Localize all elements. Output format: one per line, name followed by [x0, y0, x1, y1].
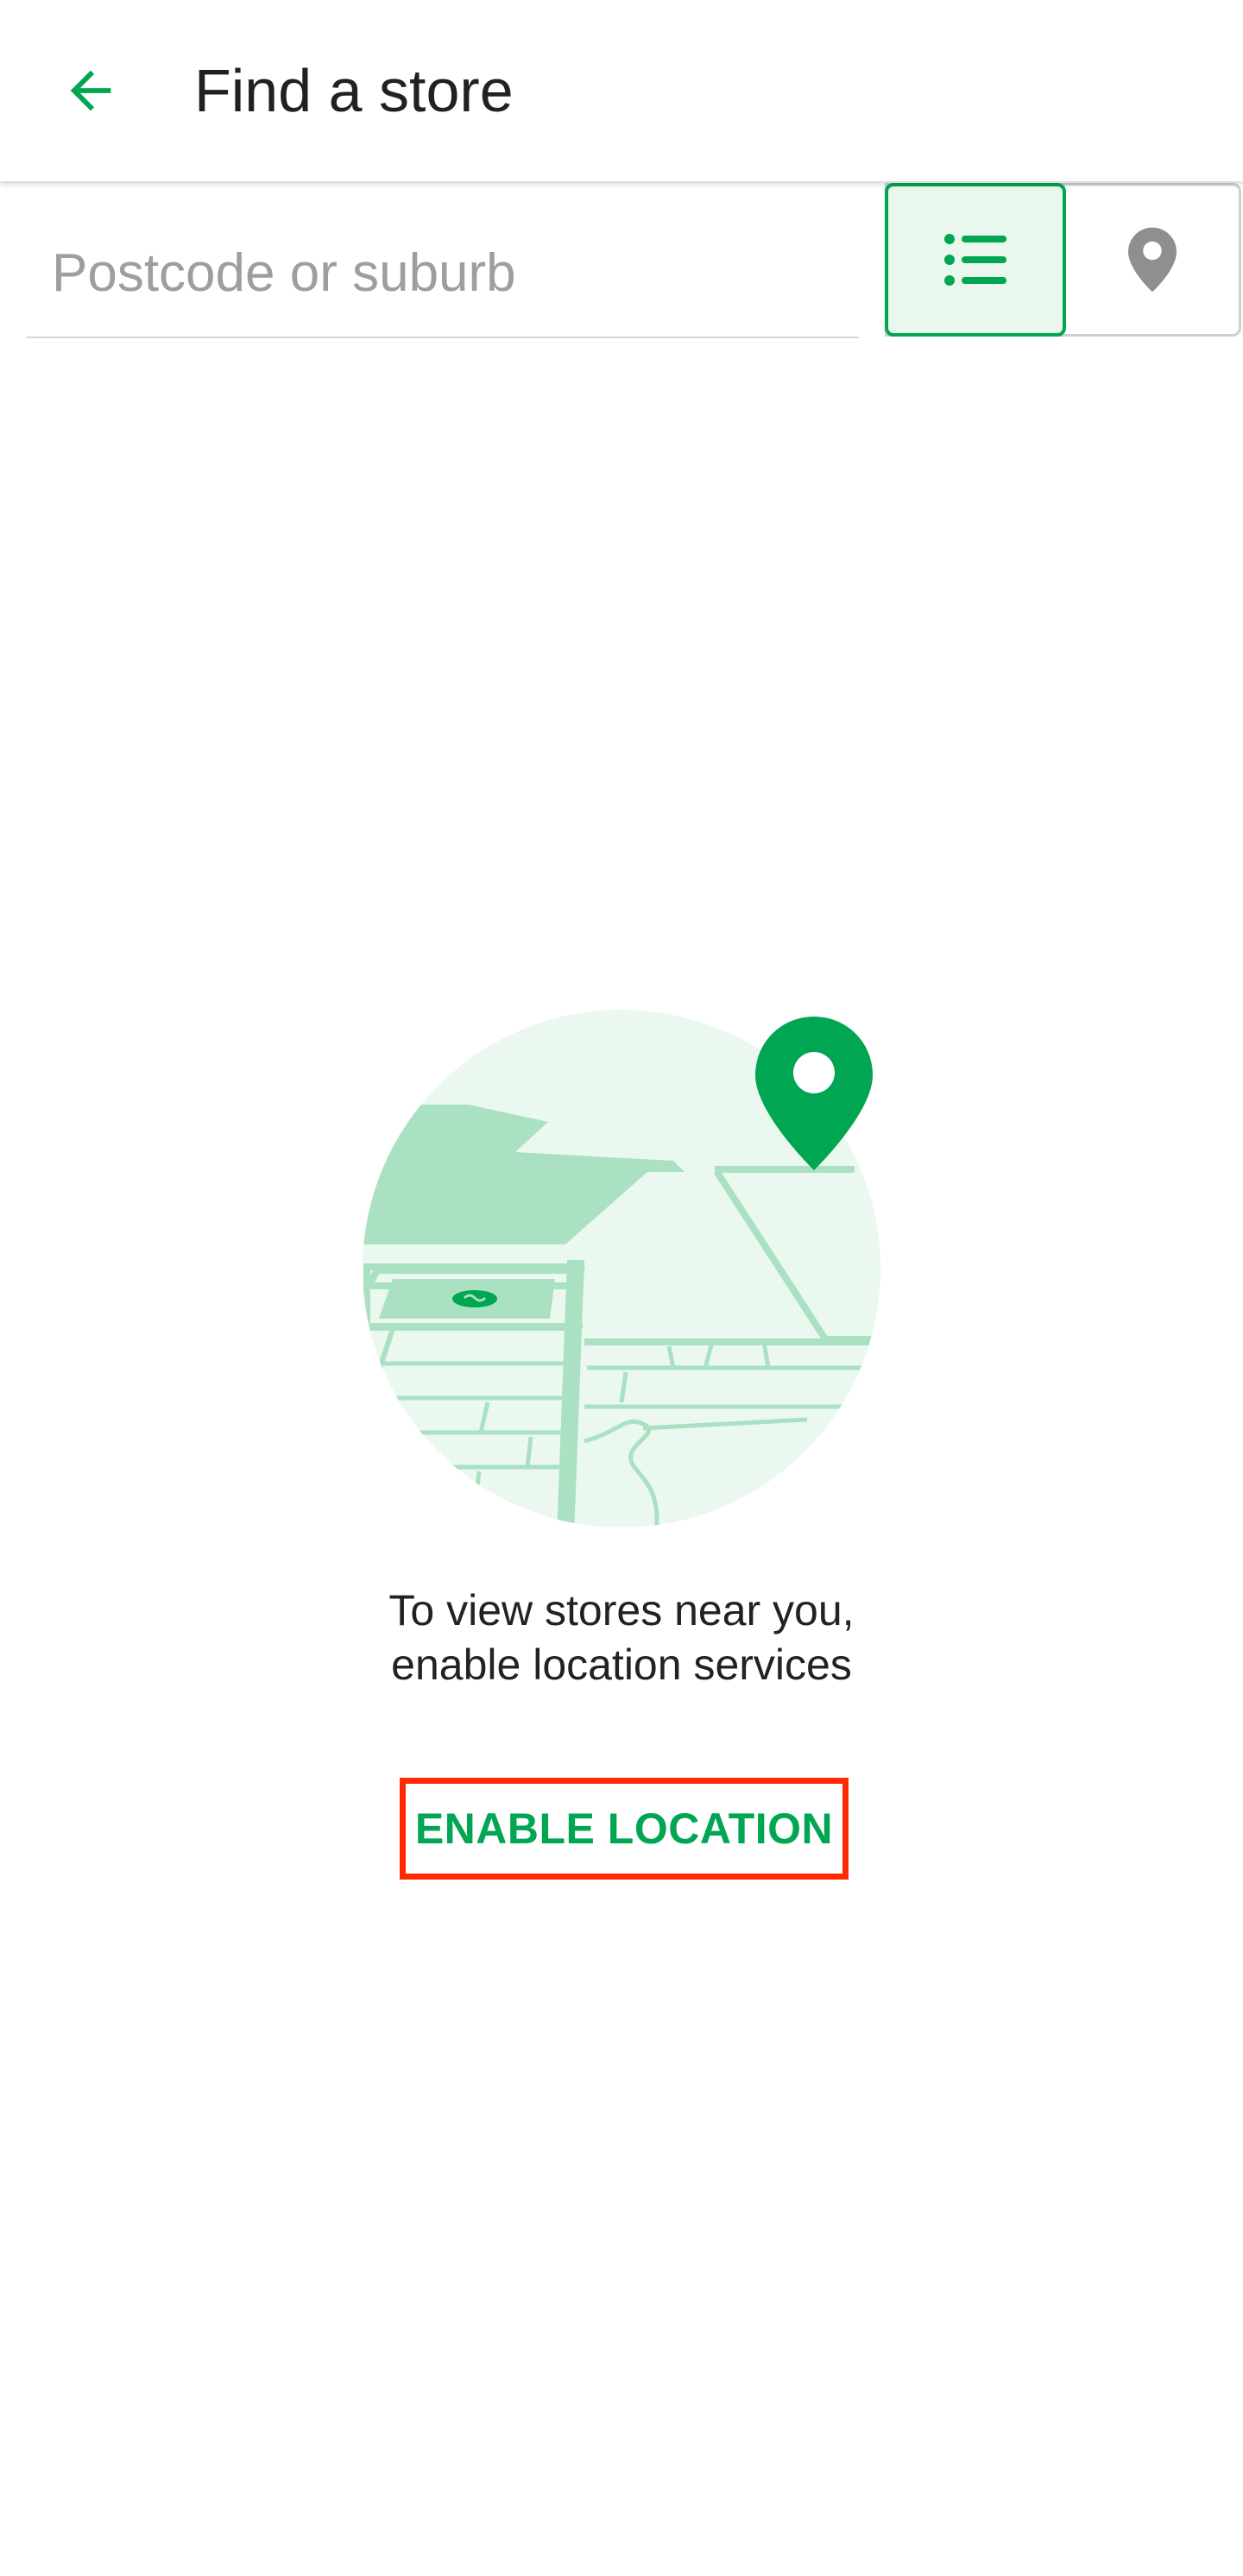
arrow-left-icon [70, 70, 111, 111]
search-row [0, 183, 1243, 338]
list-view-button[interactable] [885, 183, 1066, 337]
view-toggle [885, 183, 1241, 337]
search-input[interactable] [26, 209, 859, 338]
message-line-2: enable location services [391, 1641, 852, 1689]
map-pin-icon [1128, 227, 1177, 293]
enable-location-button[interactable]: ENABLE LOCATION [400, 1778, 849, 1880]
app-bar: Find a store [0, 0, 1243, 181]
location-message: To view stores near you, enable location… [0, 1584, 1243, 1692]
list-icon [944, 234, 1006, 286]
message-line-1: To view stores near you, [388, 1586, 855, 1634]
store-map-illustration [363, 1010, 880, 1527]
page-title: Find a store [194, 57, 514, 124]
map-view-button[interactable] [1066, 186, 1239, 334]
back-button[interactable] [39, 39, 142, 142]
